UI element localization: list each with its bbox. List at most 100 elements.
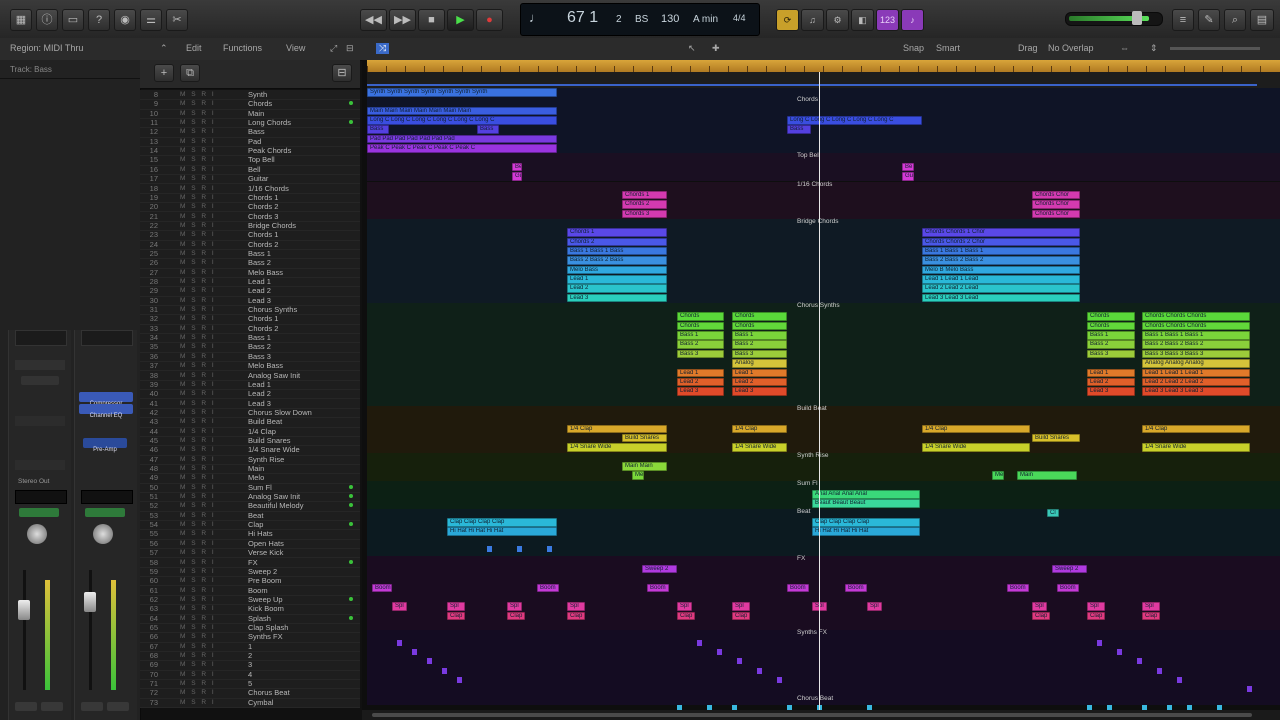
midi-region[interactable]: Lead 1 [1087, 368, 1135, 378]
track-name[interactable]: Chords [248, 99, 272, 108]
midi-region[interactable]: Chords Chor [1032, 190, 1080, 200]
track-name[interactable]: Chords 2 [248, 324, 278, 333]
track-mute-solo-record-buttons[interactable]: M S R I [180, 118, 216, 127]
track-mute-solo-record-buttons[interactable]: M S R I [180, 333, 216, 342]
midi-region[interactable]: Boom [647, 583, 669, 593]
send-slot-pre-amp[interactable]: Pre-Amp [83, 438, 127, 453]
midi-region[interactable]: Lead 3 [567, 293, 667, 303]
midi-region[interactable]: Clap Clap Clap Clap [447, 518, 557, 527]
track-mute-solo-record-buttons[interactable]: M S R I [180, 679, 216, 688]
track-mute-solo-record-buttons[interactable]: M S R I [180, 277, 216, 286]
midi-note-block[interactable] [427, 658, 432, 665]
midi-region[interactable]: Chords [677, 321, 724, 331]
track-mute-solo-record-buttons[interactable]: M S R I [180, 670, 216, 679]
insert-slot-channel-eq[interactable]: Channel EQ [79, 404, 133, 419]
track-name[interactable]: Bass 1 [248, 249, 271, 258]
track-name[interactable]: Melo [248, 473, 264, 482]
midi-region[interactable]: Lead 1 [567, 275, 667, 284]
track-mute-solo-record-buttons[interactable]: M S R I [180, 305, 216, 314]
midi-region[interactable]: Gu [902, 172, 914, 181]
solo-button[interactable] [107, 702, 129, 711]
midi-region[interactable]: Melo B Melo Bass [922, 265, 1080, 275]
midi-region[interactable]: 1/4 Clap [1142, 424, 1250, 434]
midi-region[interactable]: Gu [512, 172, 522, 181]
midi-region[interactable]: Build Snares [622, 433, 667, 443]
track-name[interactable]: Chorus Beat [248, 688, 290, 697]
midi-region[interactable]: Lead 1 [732, 368, 787, 378]
midi-region[interactable]: Lead 2 [567, 284, 667, 293]
track-name[interactable]: Bridge Chords [248, 221, 296, 230]
volume-fader[interactable] [84, 592, 96, 612]
midi-region[interactable]: Chords Chor [1032, 200, 1080, 209]
snap-dropdown[interactable]: Smart [936, 43, 960, 53]
midi-region[interactable]: Spl [1087, 602, 1105, 611]
track-list-collapse-icon[interactable]: ⌃ [160, 43, 168, 54]
track-name[interactable]: Bass 1 [248, 333, 271, 342]
track-name[interactable]: Melo Bass [248, 361, 283, 370]
track-name[interactable]: Beautiful Melody [248, 501, 303, 510]
browser-button[interactable]: ▤ [1250, 9, 1274, 31]
midi-region[interactable]: Lead 3 Lead 3 Lead [922, 293, 1080, 303]
midi-region[interactable]: Spl [1032, 602, 1047, 611]
track-name[interactable]: Chorus Synths [248, 305, 297, 314]
midi-region[interactable]: Bass 2 Bass 2 Bass [567, 256, 667, 265]
midi-region[interactable]: Lead 2 [732, 377, 787, 387]
midi-region[interactable]: Hi Hat Hi Hat Hi Hat [447, 527, 557, 536]
track-name[interactable]: Build Snares [248, 436, 291, 445]
midi-region[interactable]: Boom [372, 583, 392, 593]
lcd-display[interactable]: ♩ 67 1 2 BS 130 A min 4/4 [520, 3, 760, 36]
track-mute-solo-record-buttons[interactable]: M S R I [180, 604, 216, 613]
track-mute-solo-record-buttons[interactable]: M S R I [180, 483, 216, 492]
bar-ruler[interactable] [367, 60, 1280, 72]
track-name[interactable]: Lead 2 [248, 286, 271, 295]
arrange-area[interactable]: Chords Top Bell 1/16 Chords Bridge Chords Ch… [362, 60, 1280, 720]
midi-region[interactable]: Lead 1 Lead 1 Lead [922, 275, 1080, 284]
midi-region[interactable]: Sweep 2 [642, 564, 677, 574]
track-name[interactable]: 2 [248, 651, 252, 660]
track-mute-solo-record-buttons[interactable]: M S R I [180, 249, 216, 258]
track-mute-solo-record-buttons[interactable]: M S R I [180, 698, 216, 707]
view-menu[interactable]: View [286, 43, 305, 53]
midi-region[interactable]: Lead 2 [677, 377, 724, 387]
midi-note-block[interactable] [1177, 677, 1182, 684]
midi-region[interactable]: Chords [732, 312, 787, 321]
track-mute-solo-record-buttons[interactable]: M S R I [180, 146, 216, 155]
track-name[interactable]: Open Hats [248, 539, 284, 548]
midi-region[interactable]: Bass 2 [732, 340, 787, 349]
toolbar-button[interactable]: ▭ [62, 9, 84, 31]
midi-region[interactable]: Bass [367, 125, 389, 134]
track-mute-solo-record-buttons[interactable]: M S R I [180, 361, 216, 370]
track-name[interactable]: Splash [248, 614, 271, 623]
midi-note-block[interactable] [397, 639, 402, 646]
track-name[interactable]: Sweep Up [248, 595, 283, 604]
track-name[interactable]: Hi Hats [248, 529, 273, 538]
midi-region[interactable]: Bass 1 [1087, 331, 1135, 340]
midi-region[interactable]: 1/4 Snare Wide [1142, 443, 1250, 452]
master-volume-slider[interactable] [1065, 11, 1163, 26]
midi-region[interactable]: Spl [867, 602, 882, 611]
midi-note-block[interactable] [717, 649, 722, 655]
cycle-region[interactable] [367, 84, 1257, 86]
midi-note-block[interactable] [442, 667, 447, 674]
midi-region[interactable]: Lead 2 Lead 2 Lead 2 [1142, 377, 1250, 387]
track-name[interactable]: Verse Kick [248, 548, 283, 557]
midi-region[interactable]: Bass 1 Bass 1 Bass [567, 246, 667, 256]
track-mute-solo-record-buttons[interactable]: M S R I [180, 473, 216, 482]
track-name[interactable]: Lead 1 [248, 380, 271, 389]
midi-region[interactable]: Chords Chor [1032, 209, 1080, 219]
region-inspector-toggle[interactable]: Region: MIDI Thru [10, 43, 83, 53]
midi-region[interactable]: Chords [677, 312, 724, 321]
track-mute-solo-record-buttons[interactable]: M S R I [180, 586, 216, 595]
track-name[interactable]: Clap [248, 520, 263, 529]
midi-note-block[interactable] [487, 546, 492, 553]
midi-region[interactable]: Chords 2 [622, 200, 667, 209]
track-name[interactable]: Bass 3 [248, 352, 271, 361]
waveform-zoom-icon[interactable]: ⇔ [1120, 43, 1129, 53]
track-name[interactable]: Lead 1 [248, 277, 271, 286]
track-mute-solo-record-buttons[interactable]: M S R I [180, 380, 216, 389]
midi-region[interactable]: Bass 3 Bass 3 Bass 3 [1142, 349, 1250, 359]
midi-region[interactable]: Clap [732, 611, 750, 621]
midi-note-block[interactable] [547, 546, 552, 553]
midi-region[interactable]: Chords Chords 2 Chor [922, 237, 1080, 247]
inspector-button[interactable]: ⓘ [36, 9, 58, 31]
